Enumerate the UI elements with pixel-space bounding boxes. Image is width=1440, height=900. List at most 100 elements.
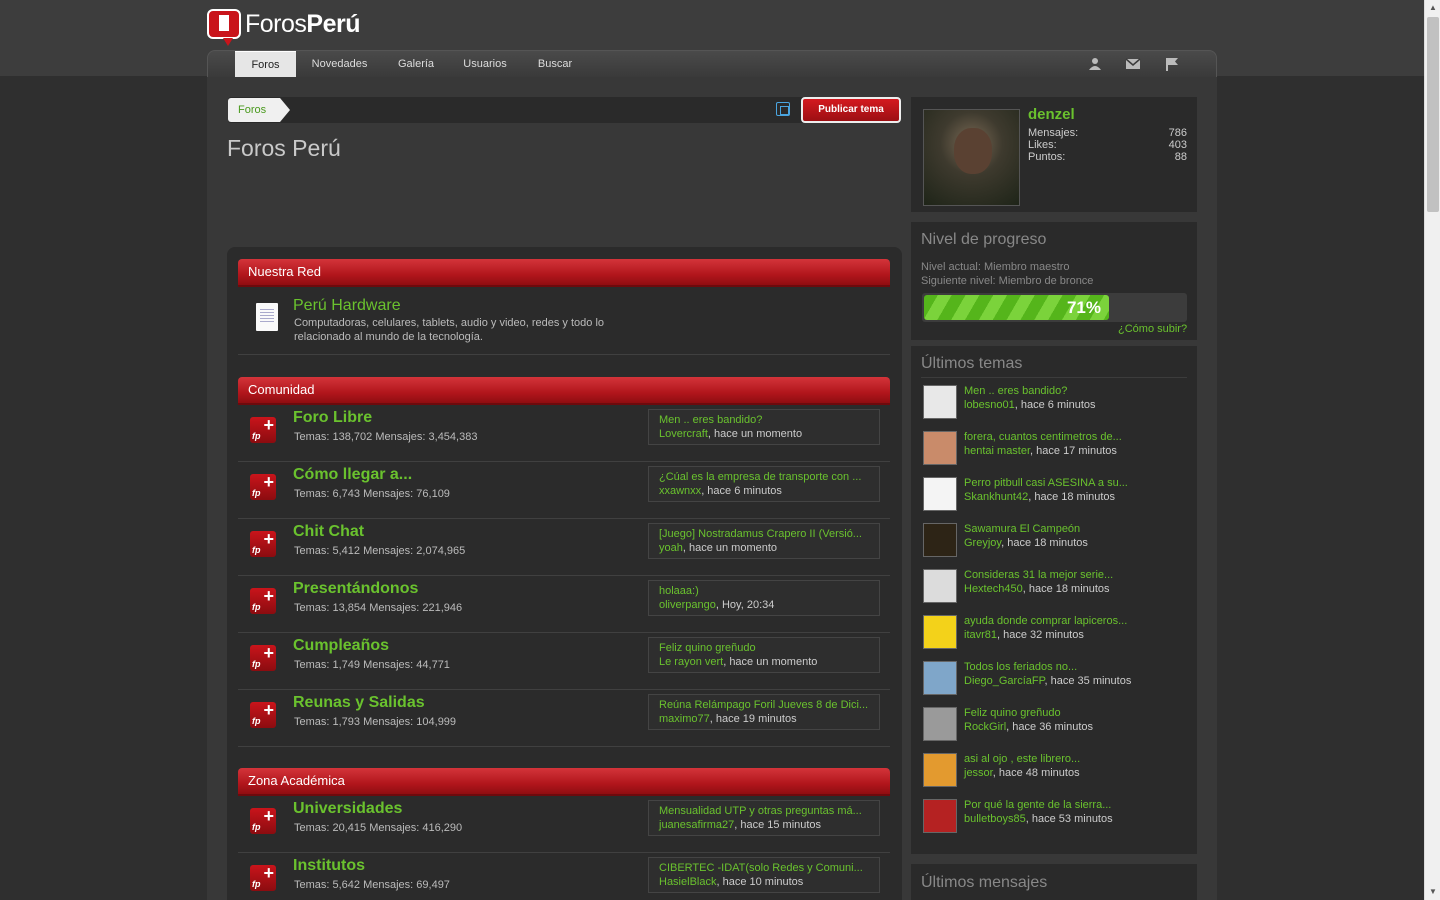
last-post-title[interactable]: Mensualidad UTP y otras preguntas má... [659, 804, 869, 818]
forum-title[interactable]: Presentándonos [293, 580, 418, 598]
popup-icon[interactable] [776, 102, 790, 116]
thread-user[interactable]: RockGirl [964, 721, 1006, 733]
thread-title[interactable]: ayuda donde comprar lapiceros... [964, 615, 1127, 627]
avatar[interactable] [923, 477, 957, 511]
latest-thread-item: asi al ojo , este librero... jessor, hace… [921, 753, 1191, 799]
forum-title[interactable]: Perú Hardware [293, 297, 401, 315]
last-post-time: , hace un momento [707, 428, 803, 440]
avatar[interactable] [923, 109, 1020, 206]
forum-title[interactable]: Chit Chat [293, 523, 364, 541]
forum-title[interactable]: Universidades [293, 800, 402, 818]
publish-thread-button[interactable]: Publicar tema [801, 97, 901, 123]
latest-thread-item: Todos los feriados no... Diego_GarcíaFP, … [921, 661, 1191, 707]
category-header-comunidad[interactable]: Comunidad [238, 377, 890, 405]
forum-stats: Temas: 20,415 Mensajes: 416,290 [294, 822, 463, 834]
thread-title[interactable]: forera, cuantos centimetros de... [964, 431, 1122, 443]
progress-next-level: Siguiente nivel: Miembro de bronce [921, 275, 1094, 287]
last-post-user[interactable]: yoah [659, 542, 683, 554]
last-post-time: , hace 19 minutos [709, 713, 797, 725]
site-logo[interactable]: ForosPerú [207, 6, 360, 46]
avatar[interactable] [923, 431, 957, 465]
scrollbar-thumb[interactable] [1427, 17, 1439, 212]
last-post-user[interactable]: HasielBlack [659, 876, 716, 888]
thread-user[interactable]: Hextech450 [964, 583, 1023, 595]
thread-title[interactable]: Consideras 31 la mejor serie... [964, 569, 1113, 581]
thread-user[interactable]: Diego_GarcíaFP [964, 675, 1045, 687]
thread-title[interactable]: Todos los feriados no... [964, 661, 1077, 673]
forum-stats: Temas: 13,854 Mensajes: 221,946 [294, 602, 463, 614]
thread-user[interactable]: hentai master [964, 445, 1030, 457]
last-post-user[interactable]: Le rayon vert [659, 656, 723, 668]
thread-user[interactable]: bulletboys85 [964, 813, 1026, 825]
thread-title[interactable]: asi al ojo , este librero... [964, 753, 1080, 765]
thread-title[interactable]: Sawamura El Campeón [964, 523, 1080, 535]
last-post: Men .. eres bandido? Lovercraft, hace un… [648, 409, 880, 445]
avatar[interactable] [923, 799, 957, 833]
last-post-user[interactable]: Lovercraft [659, 428, 708, 440]
forum-title[interactable]: Institutos [293, 857, 365, 875]
thread-time: , hace 36 minutos [1006, 721, 1094, 733]
last-post: ¿Cúal es la empresa de transporte con ..… [648, 466, 880, 502]
last-post-user[interactable]: oliverpango [659, 599, 716, 611]
last-post-time: , hace un momento [723, 656, 818, 668]
forum-title[interactable]: Cómo llegar a... [293, 466, 412, 484]
thread-title[interactable]: Perro pitbull casi ASESINA a su... [964, 477, 1128, 489]
how-to-level-up-link[interactable]: ¿Cómo subir? [1118, 323, 1187, 335]
thread-user[interactable]: Skankhunt42 [964, 491, 1028, 503]
avatar[interactable] [923, 707, 957, 741]
thread-time: , hace 53 minutos [1025, 813, 1113, 825]
last-post-time: , hace un momento [682, 542, 778, 554]
avatar[interactable] [923, 661, 957, 695]
thread-time: , hace 18 minutos [1028, 491, 1116, 503]
last-post-user[interactable]: juanesafirma27 [659, 819, 734, 831]
breadcrumb-bar [228, 97, 900, 123]
last-post-title[interactable]: [Juego] Nostradamus Crapero II (Versió..… [659, 527, 869, 541]
thread-title[interactable]: Men .. eres bandido? [964, 385, 1067, 397]
forum-row: fp + Cómo llegar a... Temas: 6,743 Mensaj… [238, 462, 890, 519]
avatar[interactable] [923, 615, 957, 649]
tab-buscar[interactable]: Buscar [528, 51, 582, 77]
tab-usuarios[interactable]: Usuarios [455, 51, 515, 77]
last-post-title[interactable]: holaaa:) [659, 584, 869, 598]
avatar[interactable] [923, 385, 957, 419]
scrollbar[interactable]: ▲ ▼ [1424, 0, 1440, 900]
user-icon[interactable] [1088, 57, 1102, 71]
last-post-user[interactable]: xxawnxx [659, 485, 701, 497]
thread-user[interactable]: itavr81 [964, 629, 997, 641]
flag-icon[interactable] [1165, 57, 1179, 71]
thread-user[interactable]: Greyjoy [964, 537, 1001, 549]
last-post-title[interactable]: Reúna Relámpago Foril Jueves 8 de Dici..… [659, 698, 869, 712]
tab-foros[interactable]: Foros [235, 51, 296, 77]
thread-user[interactable]: jessor [964, 767, 993, 779]
forum-title[interactable]: Foro Libre [293, 409, 372, 427]
forum-row: fp + Chit Chat Temas: 5,412 Mensajes: 2,0… [238, 519, 890, 576]
mail-icon[interactable] [1125, 57, 1141, 71]
last-post-user[interactable]: maximo77 [659, 713, 710, 725]
avatar[interactable] [923, 523, 957, 557]
forum-row: fp + Presentándonos Temas: 13,854 Mensaje… [238, 576, 890, 633]
last-post-title[interactable]: Feliz quino greñudo [659, 641, 869, 655]
avatar[interactable] [923, 569, 957, 603]
forum-title[interactable]: Reunas y Salidas [293, 694, 425, 712]
latest-thread-item: Sawamura El Campeón Greyjoy, hace 18 minu… [921, 523, 1191, 569]
tab-galeria[interactable]: Galería [385, 51, 447, 77]
thread-user[interactable]: lobesno01 [964, 399, 1015, 411]
breadcrumb-foros[interactable]: Foros [228, 98, 291, 122]
latest-thread-item: ayuda donde comprar lapiceros... itavr81,… [921, 615, 1191, 661]
category-header-nuestra-red[interactable]: Nuestra Red [238, 259, 890, 287]
forum-icon: fp + [250, 529, 276, 557]
forum-title[interactable]: Cumpleaños [293, 637, 389, 655]
thread-title[interactable]: Por qué la gente de la sierra... [964, 799, 1111, 811]
thread-title[interactable]: Feliz quino greñudo [964, 707, 1061, 719]
user-name[interactable]: denzel [1028, 106, 1075, 123]
category-header-zona-academica[interactable]: Zona Académica [238, 768, 890, 796]
last-post-title[interactable]: CIBERTEC -IDAT(solo Redes y Comuni... [659, 861, 869, 875]
tab-novedades[interactable]: Novedades [302, 51, 377, 77]
scroll-down-arrow-icon[interactable]: ▼ [1425, 884, 1440, 900]
thread-time: , hace 48 minutos [992, 767, 1080, 779]
last-post: CIBERTEC -IDAT(solo Redes y Comuni... Ha… [648, 857, 880, 893]
avatar[interactable] [923, 753, 957, 787]
scroll-up-arrow-icon[interactable]: ▲ [1425, 0, 1440, 16]
last-post-title[interactable]: Men .. eres bandido? [659, 413, 869, 427]
last-post-title[interactable]: ¿Cúal es la empresa de transporte con ..… [659, 470, 869, 484]
